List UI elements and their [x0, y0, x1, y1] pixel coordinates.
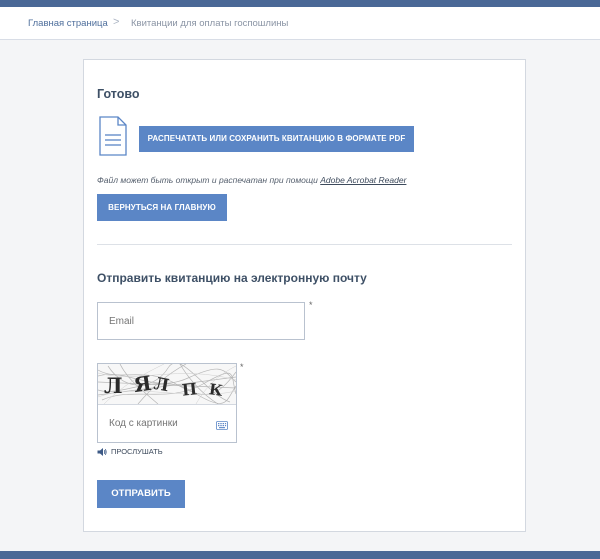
print-pdf-button[interactable]: Распечатать или сохранить квитанцию в фо…	[139, 126, 414, 152]
document-icon	[99, 116, 127, 156]
breadcrumb-current: Квитанции для оплаты госпошлины	[131, 18, 289, 29]
back-home-button[interactable]: Вернуться на главную	[97, 194, 227, 221]
captcha-char: П	[181, 379, 198, 399]
section-divider	[97, 244, 512, 245]
top-bar	[0, 0, 600, 7]
breadcrumb-home-link[interactable]: Главная страница	[28, 18, 108, 29]
captcha-char: Л	[104, 373, 123, 398]
send-button[interactable]: Отправить	[97, 480, 185, 508]
listen-label: ПРОСЛУШАТЬ	[111, 447, 163, 456]
receipt-card: Готово Распечатать или сохранить квитанц…	[83, 59, 526, 532]
captcha-box: Л Я Л П К	[97, 363, 237, 443]
done-title: Готово	[97, 87, 140, 101]
email-required-mark: *	[309, 300, 313, 310]
captcha-char: Я	[132, 371, 153, 397]
acrobat-reader-link[interactable]: Adobe Acrobat Reader	[320, 175, 406, 185]
pdf-note-text: Файл может быть открыт и распечатан при …	[97, 175, 318, 185]
captcha-required-mark: *	[240, 362, 244, 372]
breadcrumb: Главная страница > Квитанции для оплаты …	[0, 7, 600, 40]
speaker-icon	[97, 448, 107, 456]
captcha-char: К	[208, 380, 224, 400]
bottom-bar	[0, 551, 600, 559]
keyboard-icon[interactable]	[216, 421, 228, 430]
breadcrumb-separator: >	[113, 16, 120, 28]
email-field[interactable]	[97, 302, 305, 340]
pdf-note: Файл может быть открыт и распечатан при …	[97, 175, 406, 185]
email-section-title: Отправить квитанцию на электронную почту	[97, 271, 367, 285]
captcha-image: Л Я Л П К	[98, 364, 236, 404]
